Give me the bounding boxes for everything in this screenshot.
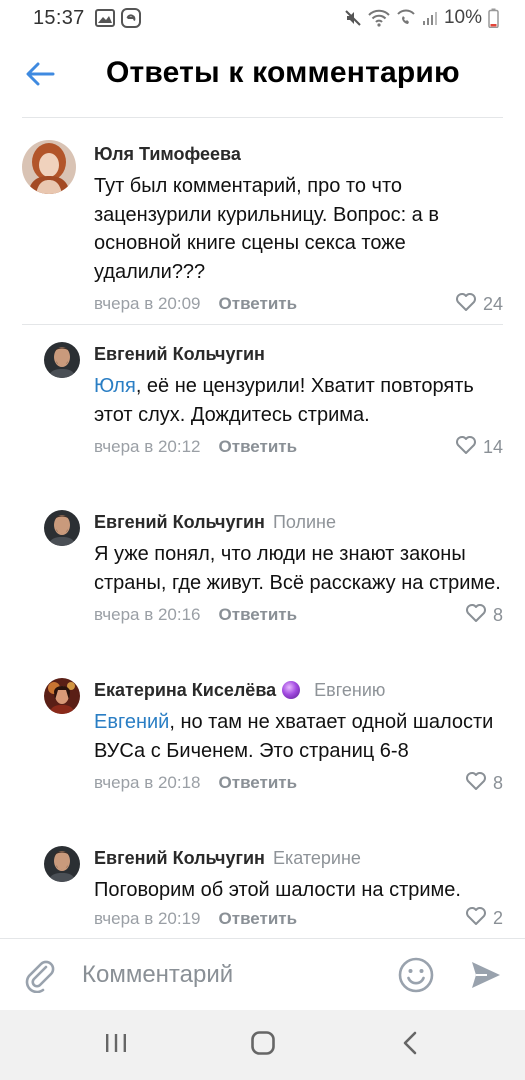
recent-apps-icon bbox=[104, 1032, 128, 1059]
signal-icon bbox=[422, 10, 438, 26]
reply-to-label[interactable]: Полине bbox=[273, 512, 336, 532]
mention-link[interactable]: Юля bbox=[94, 375, 136, 397]
system-nav-bar bbox=[0, 1010, 525, 1080]
comment-input-bar bbox=[0, 938, 525, 1010]
avatar[interactable] bbox=[44, 510, 80, 546]
like-count: 24 bbox=[482, 293, 503, 314]
like-count: 14 bbox=[482, 436, 503, 457]
battery-icon bbox=[488, 8, 499, 28]
comment-text: Евгений, но там не хватает одной шалости… bbox=[94, 711, 494, 762]
reply-to-label[interactable]: Евгению bbox=[314, 680, 385, 700]
comment-divider bbox=[22, 324, 503, 325]
like-button[interactable]: 8 bbox=[465, 603, 503, 628]
header-divider bbox=[22, 117, 503, 118]
heart-icon bbox=[465, 906, 487, 931]
like-count: 8 bbox=[492, 604, 503, 625]
reply-button[interactable]: Ответить bbox=[219, 605, 298, 625]
status-bar: 15:37 10% bbox=[0, 0, 525, 36]
comment-date: вчера в 20:12 bbox=[94, 437, 201, 456]
avatar[interactable] bbox=[22, 140, 76, 194]
send-button[interactable] bbox=[469, 958, 503, 992]
home-button[interactable] bbox=[243, 1030, 283, 1060]
paperclip-icon bbox=[22, 960, 58, 997]
app-e-icon bbox=[120, 8, 141, 28]
arrow-left-icon bbox=[25, 62, 55, 91]
heart-icon bbox=[455, 292, 477, 317]
wifi-call-icon bbox=[396, 9, 416, 27]
mention-link[interactable]: Евгений bbox=[94, 711, 169, 733]
page-title: Ответы к комментарию bbox=[106, 56, 460, 89]
attach-button[interactable] bbox=[22, 957, 58, 994]
battery-level: 10% bbox=[443, 7, 482, 28]
avatar[interactable] bbox=[44, 342, 80, 378]
smile-icon bbox=[397, 957, 435, 998]
like-button[interactable]: 8 bbox=[465, 771, 503, 796]
like-button[interactable]: 2 bbox=[465, 906, 503, 931]
send-icon bbox=[469, 962, 503, 996]
reply-button[interactable]: Ответить bbox=[219, 437, 298, 457]
like-button[interactable]: 14 bbox=[455, 435, 503, 460]
emoji-button[interactable] bbox=[397, 956, 435, 994]
comment-text: Я уже понял, что люди не знают законы ст… bbox=[94, 543, 501, 594]
recent-apps-button[interactable] bbox=[96, 1030, 136, 1060]
reply-to-label[interactable]: Екатерине bbox=[273, 848, 361, 868]
system-back-button[interactable] bbox=[390, 1030, 430, 1060]
comment-author[interactable]: Евгений Кольчугин bbox=[94, 344, 265, 364]
comment-input[interactable] bbox=[82, 957, 382, 993]
home-icon bbox=[250, 1030, 276, 1061]
gallery-icon bbox=[94, 9, 115, 27]
comment-author[interactable]: Юля Тимофеева bbox=[94, 144, 241, 164]
like-count: 2 bbox=[492, 908, 503, 928]
comment-text: Тут был комментарий, про то что зацензур… bbox=[94, 175, 439, 283]
like-count: 8 bbox=[492, 772, 503, 793]
comment-date: вчера в 20:09 bbox=[94, 294, 201, 313]
avatar[interactable] bbox=[44, 846, 80, 882]
mute-icon bbox=[344, 9, 362, 27]
heart-icon bbox=[455, 435, 477, 460]
comment-author[interactable]: Евгений Кольчугин bbox=[94, 512, 265, 532]
like-button[interactable]: 24 bbox=[455, 292, 503, 317]
header: Ответы к комментарию bbox=[0, 36, 525, 116]
heart-icon bbox=[465, 603, 487, 628]
reply-button[interactable]: Ответить bbox=[219, 909, 298, 929]
heart-icon bbox=[465, 771, 487, 796]
wifi-icon bbox=[368, 9, 390, 27]
status-time: 15:37 bbox=[33, 6, 85, 29]
avatar[interactable] bbox=[44, 678, 80, 714]
comment-date: вчера в 20:18 bbox=[94, 773, 201, 792]
comment-date: вчера в 20:16 bbox=[94, 605, 201, 624]
comment-text: Юля, её не цензурили! Хватит повторять э… bbox=[94, 375, 474, 426]
comment-author[interactable]: Евгений Кольчугин bbox=[94, 848, 265, 868]
comment-date: вчера в 20:19 bbox=[94, 908, 201, 928]
back-button[interactable] bbox=[22, 60, 58, 92]
comment-author[interactable]: Екатерина Киселёва bbox=[94, 680, 276, 700]
crystal-ball-icon bbox=[282, 681, 301, 699]
comment-text: Поговорим об этой шалости на стриме. bbox=[94, 879, 461, 901]
reply-button[interactable]: Ответить bbox=[219, 294, 298, 314]
reply-button[interactable]: Ответить bbox=[219, 773, 298, 793]
chevron-left-icon bbox=[402, 1031, 418, 1060]
